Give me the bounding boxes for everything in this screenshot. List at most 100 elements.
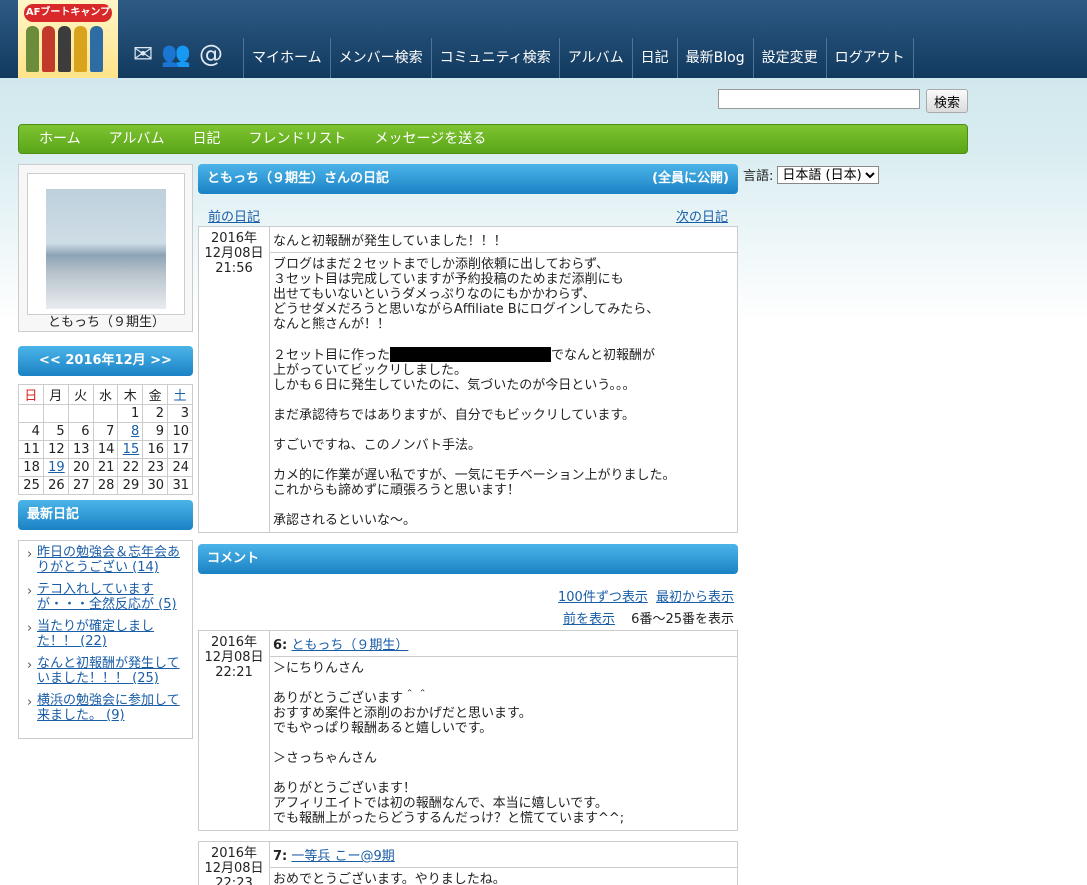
comment-body: おめでとうございます。やりましたね。 ぎゅんぎゅん上がりますね bbox=[269, 867, 738, 885]
list-item: なんと初報酬が発生していました！！！ (25) bbox=[27, 656, 186, 686]
weekday-mon: 月 bbox=[42, 384, 69, 405]
calendar-day: 27 bbox=[67, 476, 94, 495]
friends-icon[interactable]: 👥 bbox=[161, 40, 191, 68]
comment-author-link[interactable]: ともっち（９期生） bbox=[291, 638, 408, 653]
show-100-link[interactable]: 100件ずつ表示 bbox=[558, 590, 648, 605]
calendar-day: 1 bbox=[117, 404, 144, 423]
calendar-day: 29 bbox=[117, 476, 144, 495]
top-icons: ✉ 👥 @ bbox=[133, 40, 223, 68]
comment-number: 7: bbox=[273, 849, 288, 864]
logo-figure bbox=[42, 26, 55, 72]
recent-diary-link[interactable]: 当たりが確定しました！！ (22) bbox=[37, 619, 154, 649]
language-selector: 言語: 日本語 (日本) bbox=[743, 165, 880, 184]
weekday-sat: 土 bbox=[167, 384, 193, 405]
calendar-day: 10 bbox=[167, 422, 193, 441]
comment-title: 6: ともっち（９期生） bbox=[269, 630, 738, 657]
visibility-label: (全員に公開) bbox=[652, 171, 729, 186]
nav-latest-blog[interactable]: 最新Blog bbox=[676, 38, 753, 78]
calendar-day: 21 bbox=[92, 458, 119, 477]
nav-album[interactable]: アルバム bbox=[558, 38, 632, 78]
profile-nav: ホーム アルバム 日記 フレンドリスト メッセージを送る bbox=[18, 124, 968, 154]
prev-diary-link[interactable]: 前の日記 bbox=[208, 206, 260, 226]
calendar-day: 26 bbox=[42, 476, 69, 495]
diary-date: 2016年 12月08日 21:56 bbox=[198, 226, 270, 533]
calendar-day: 16 bbox=[142, 440, 169, 459]
at-icon[interactable]: @ bbox=[199, 40, 223, 68]
list-item: 当たりが確定しました！！ (22) bbox=[27, 619, 186, 649]
diary-title: なんと初報酬が発生していました！！！ bbox=[269, 226, 738, 253]
calendar-day: 4 bbox=[18, 422, 44, 441]
diary-body: ブログはまだ２セットまでしか添削依頼に出しておらず、 ３セット目は完成しています… bbox=[269, 252, 738, 533]
gnav-friend-list[interactable]: フレンドリスト bbox=[234, 125, 360, 153]
weekday-tue: 火 bbox=[67, 384, 94, 405]
site-logo[interactable]: AFブートキャンプ bbox=[18, 0, 118, 78]
calendar-week: 25 26 27 28 29 30 31 bbox=[18, 476, 193, 495]
search-button[interactable]: 検索 bbox=[926, 89, 968, 113]
calendar-empty-cell bbox=[92, 404, 119, 423]
recent-diary-list: 昨日の勉強会＆忘年会ありがとうござい (14) テコ入れしていますが・・・全然反… bbox=[18, 540, 193, 739]
list-item: 横浜の勉強会に参加して来ました。 (9) bbox=[27, 693, 186, 723]
calendar-week: 18 19 20 21 22 23 24 bbox=[18, 458, 193, 477]
calendar-day: 18 bbox=[18, 458, 44, 477]
prev-comments-link[interactable]: 前を表示 bbox=[563, 612, 615, 627]
calendar-day: 7 bbox=[92, 422, 119, 441]
main-content: ともっち（９期生）さんの日記 (全員に公開) 前の日記 次の日記 2016年 1… bbox=[198, 164, 738, 885]
nav-myhome[interactable]: マイホーム bbox=[243, 38, 330, 78]
comment-entry: 2016年 12月08日 22:21 6: ともっち（９期生） ＞にちりんさん … bbox=[198, 630, 738, 831]
comment-header: コメント bbox=[198, 544, 738, 574]
gnav-diary[interactable]: 日記 bbox=[178, 125, 234, 153]
recent-diary-link[interactable]: 昨日の勉強会＆忘年会ありがとうござい (14) bbox=[37, 545, 180, 575]
calendar-day: 2 bbox=[142, 404, 169, 423]
calendar-title[interactable]: << 2016年12月 >> bbox=[18, 346, 193, 376]
calendar-week: 11 12 13 14 15 16 17 bbox=[18, 440, 193, 459]
profile-photo[interactable] bbox=[46, 189, 166, 309]
top-bar: AFブートキャンプ ✉ 👥 @ マイホーム メンバー検索 コミュニティ検索 アル… bbox=[0, 0, 1087, 78]
comment-title: 7: 一等兵 こー@9期 bbox=[269, 841, 738, 868]
calendar-day: 6 bbox=[67, 422, 94, 441]
nav-community-search[interactable]: コミュニティ検索 bbox=[430, 38, 559, 78]
comment-body: ＞にちりんさん ありがとうございます＾＾ おすすめ案件と添削のおかげだと思います… bbox=[269, 656, 738, 831]
comment-range: 6番～25番を表示 bbox=[631, 612, 734, 627]
calendar-day: 14 bbox=[92, 440, 119, 459]
calendar-day: 13 bbox=[67, 440, 94, 459]
recent-diary-link[interactable]: なんと初報酬が発生していました！！！ (25) bbox=[37, 656, 180, 686]
calendar-day: 24 bbox=[167, 458, 193, 477]
from-start-link[interactable]: 最初から表示 bbox=[656, 590, 734, 605]
search-input[interactable] bbox=[718, 89, 920, 109]
main-nav: マイホーム メンバー検索 コミュニティ検索 アルバム 日記 最新Blog 設定変… bbox=[243, 38, 914, 78]
calendar-day: 12 bbox=[42, 440, 69, 459]
recent-diary: 最新日記 昨日の勉強会＆忘年会ありがとうござい (14) テコ入れしていますが・… bbox=[18, 500, 193, 739]
calendar-empty-cell bbox=[18, 404, 44, 423]
calendar-week: 123 bbox=[18, 404, 193, 423]
calendar-day: 23 bbox=[142, 458, 169, 477]
logo-figure bbox=[90, 26, 103, 72]
recent-diary-link[interactable]: テコ入れしていますが・・・全然反応が (5) bbox=[37, 582, 177, 612]
weekday-thu: 木 bbox=[117, 384, 144, 405]
gnav-album[interactable]: アルバム bbox=[95, 125, 179, 153]
profile-photo-frame bbox=[27, 173, 185, 315]
nav-settings[interactable]: 設定変更 bbox=[752, 38, 826, 78]
comment-entry: 2016年 12月08日 22:23 7: 一等兵 こー@9期 おめでとうござい… bbox=[198, 841, 738, 885]
calendar-day: 28 bbox=[92, 476, 119, 495]
logo-figure bbox=[58, 26, 71, 72]
gnav-home[interactable]: ホーム bbox=[25, 125, 95, 153]
comment-pager-top: 100件ずつ表示 最初から表示 bbox=[198, 586, 738, 605]
nav-logout[interactable]: ログアウト bbox=[825, 38, 914, 78]
diary-header: ともっち（９期生）さんの日記 (全員に公開) bbox=[198, 164, 738, 194]
calendar-day-link[interactable]: 8 bbox=[131, 424, 139, 439]
mail-icon[interactable]: ✉ bbox=[133, 40, 153, 68]
gnav-send-message[interactable]: メッセージを送る bbox=[360, 125, 500, 153]
comment-author-link[interactable]: 一等兵 こー@9期 bbox=[291, 849, 394, 864]
nav-member-search[interactable]: メンバー検索 bbox=[329, 38, 431, 78]
calendar-day: 8 bbox=[117, 422, 144, 441]
calendar-day-link[interactable]: 19 bbox=[48, 460, 65, 475]
recent-diary-link[interactable]: 横浜の勉強会に参加して来ました。 (9) bbox=[37, 693, 180, 723]
nav-diary[interactable]: 日記 bbox=[631, 38, 677, 78]
logo-figure bbox=[26, 26, 39, 72]
comment-pager: 前を表示 6番～25番を表示 bbox=[198, 608, 738, 627]
calendar-day-link[interactable]: 15 bbox=[123, 442, 140, 457]
logo-text: AFブートキャンプ bbox=[24, 4, 112, 22]
next-diary-link[interactable]: 次の日記 bbox=[676, 206, 728, 226]
language-select[interactable]: 日本語 (日本) bbox=[777, 165, 880, 184]
weekday-wed: 水 bbox=[92, 384, 119, 405]
